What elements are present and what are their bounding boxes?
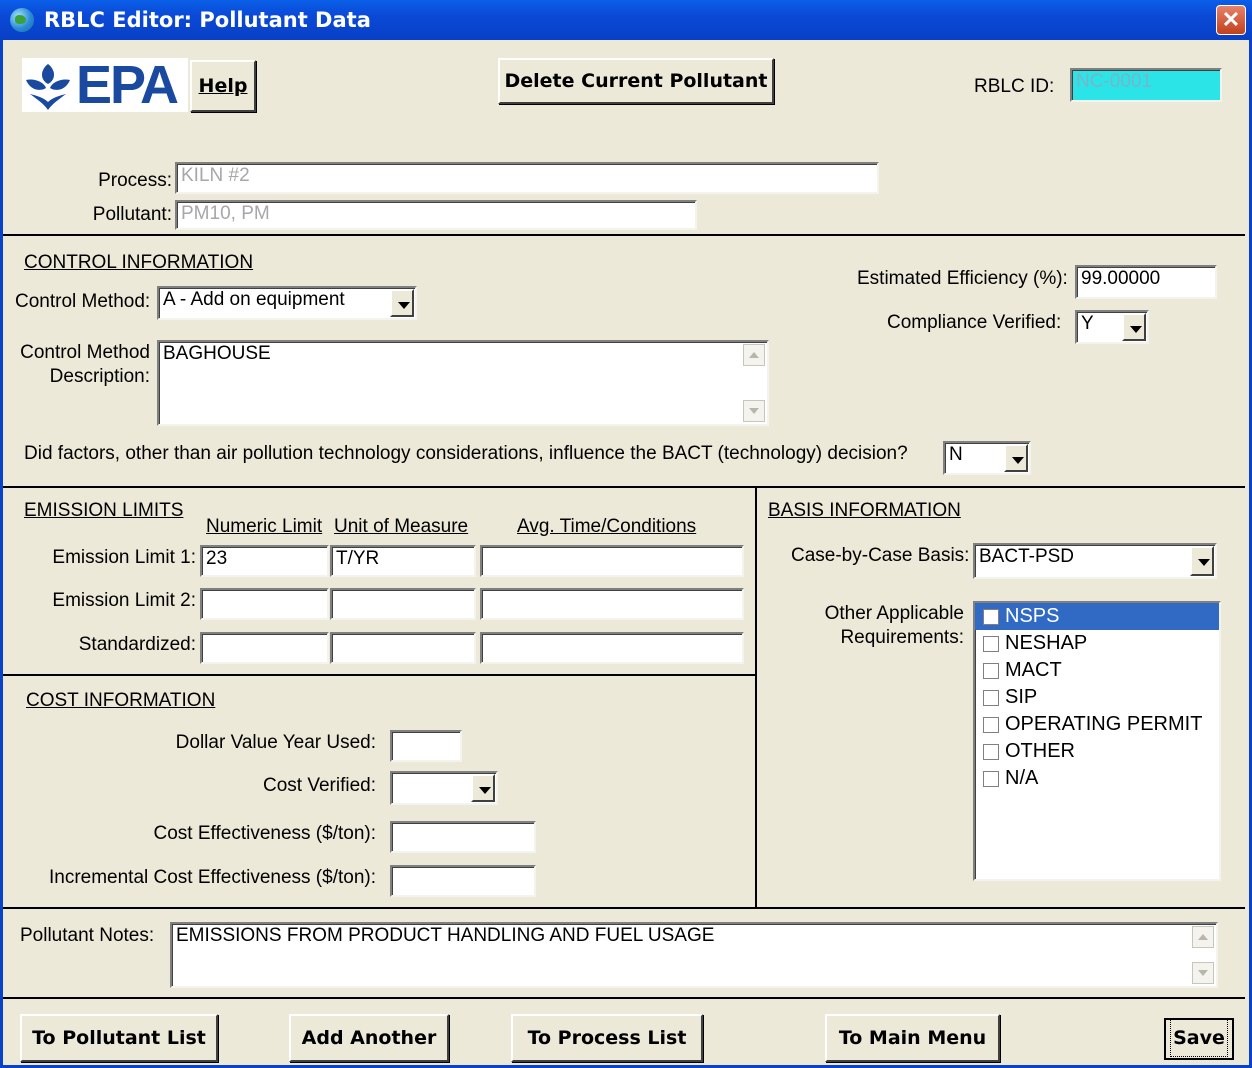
rblc-id-field[interactable]: NC-0001 [1070,68,1222,102]
other-requirements-list[interactable]: NSPS NESHAP MACT SIP OPERATING PERMIT OT… [973,601,1221,881]
cost-verified-label: Cost Verified: [263,775,376,796]
requirement-item[interactable]: N/A [975,765,1219,792]
requirement-item[interactable]: NSPS [975,603,1219,630]
requirement-item[interactable]: NESHAP [975,630,1219,657]
control-method-label: Control Method: [15,291,151,312]
emission-limit-1-unit[interactable]: T/YR [330,545,476,577]
control-method-select[interactable]: A - Add on equipment [157,286,417,320]
pollutant-notes-textarea[interactable]: EMISSIONS FROM PRODUCT HANDLING AND FUEL… [170,922,1218,988]
process-field[interactable]: KILN #2 [175,162,879,194]
cost-effectiveness-label: Cost Effectiveness ($/ton): [153,823,376,844]
requirement-item[interactable]: OTHER [975,738,1219,765]
divider [3,234,1245,236]
control-method-description-label-1: Control Method [20,342,150,363]
window-title: RBLC Editor: Pollutant Data [44,8,371,32]
help-button[interactable]: Help [190,60,256,112]
pollutant-field[interactable]: PM10, PM [175,200,697,230]
checkbox-icon[interactable] [983,636,999,652]
dollar-value-year-label: Dollar Value Year Used: [175,732,376,753]
rblc-id-label: RBLC ID: [974,76,1055,97]
checkbox-icon[interactable] [983,609,999,625]
checkbox-icon[interactable] [983,717,999,733]
epa-flower-icon [26,64,70,110]
to-main-menu-button[interactable]: To Main Menu [825,1014,1000,1062]
checkbox-icon[interactable] [983,690,999,706]
cost-effectiveness-field[interactable] [390,821,536,853]
standardized-label: Standardized: [78,634,196,655]
emission-limit-2-numeric[interactable] [200,588,329,620]
requirement-item[interactable]: SIP [975,684,1219,711]
requirement-item[interactable]: OPERATING PERMIT [975,711,1219,738]
chevron-down-icon[interactable] [1122,313,1146,341]
chevron-down-icon[interactable] [390,289,414,317]
add-another-button[interactable]: Add Another [289,1014,449,1062]
emission-limits-heading: EMISSION LIMITS [24,500,184,521]
emission-limit-2-label: Emission Limit 2: [52,590,196,611]
checkbox-icon[interactable] [983,771,999,787]
divider [3,907,1245,909]
epa-logo: EPA [22,55,188,115]
title-bar[interactable]: RBLC Editor: Pollutant Data ✕ [0,0,1252,40]
pollutant-label: Pollutant: [92,204,172,225]
unit-of-measure-header: Unit of Measure [334,516,469,537]
checkbox-icon[interactable] [983,744,999,760]
estimated-efficiency-field[interactable]: 99.00000 [1075,265,1217,299]
divider [3,997,1245,999]
numeric-limit-header: Numeric Limit [206,516,323,537]
incremental-cost-effectiveness-field[interactable] [390,865,536,897]
cost-info-heading: COST INFORMATION [26,690,216,711]
avg-time-conditions-header: Avg. Time/Conditions [517,516,697,537]
notes-scrollbar[interactable] [1192,926,1214,984]
emission-limit-1-label: Emission Limit 1: [52,547,196,568]
chevron-down-icon[interactable] [1190,546,1214,576]
standardized-unit[interactable] [330,632,476,664]
emission-limit-2-avg-time[interactable] [480,588,744,620]
case-by-case-basis-label: Case-by-Case Basis: [791,545,970,566]
process-label: Process: [98,170,172,191]
cost-verified-select[interactable] [390,771,498,805]
compliance-verified-select[interactable]: Y [1075,310,1149,344]
emission-limit-1-avg-time[interactable] [480,545,744,577]
standardized-avg-time[interactable] [480,632,744,664]
emission-limit-2-unit[interactable] [330,588,476,620]
to-pollutant-list-button[interactable]: To Pollutant List [20,1014,218,1062]
epa-logo-text: EPA [76,55,179,115]
control-method-description-label-2: Description: [49,366,150,387]
chevron-down-icon[interactable] [1004,444,1028,472]
control-info-heading: CONTROL INFORMATION [24,252,254,273]
standardized-numeric[interactable] [200,632,329,664]
control-method-description-textarea[interactable]: BAGHOUSE [157,340,769,426]
bact-factors-select[interactable]: N [943,441,1031,475]
scroll-up-icon[interactable] [743,344,765,366]
delete-current-pollutant-button[interactable]: Delete Current Pollutant [498,58,774,104]
incremental-cost-effectiveness-label: Incremental Cost Effectiveness ($/ton): [48,867,376,888]
pollutant-notes-label: Pollutant Notes: [20,925,155,946]
case-by-case-basis-select[interactable]: BACT-PSD [973,543,1217,579]
dollar-value-year-field[interactable] [390,730,462,762]
other-applicable-label-2: Requirements: [840,627,964,648]
scroll-down-icon[interactable] [1192,962,1214,984]
emission-limit-1-numeric[interactable]: 23 [200,545,329,577]
estimated-efficiency-label: Estimated Efficiency (%): [857,268,1068,289]
bact-factors-question: Did factors, other than air pollution te… [24,443,908,464]
scroll-down-icon[interactable] [743,400,765,422]
basis-info-heading: BASIS INFORMATION [768,500,961,521]
other-applicable-label-1: Other Applicable [824,603,964,624]
divider [3,486,1245,488]
to-process-list-button[interactable]: To Process List [511,1014,703,1062]
checkbox-icon[interactable] [983,663,999,679]
scroll-up-icon[interactable] [1192,926,1214,948]
requirement-item[interactable]: MACT [975,657,1219,684]
compliance-verified-label: Compliance Verified: [887,312,1062,333]
chevron-down-icon[interactable] [471,774,495,802]
divider [3,674,756,676]
close-button[interactable]: ✕ [1216,5,1246,35]
divider [755,486,757,908]
save-button[interactable]: Save [1164,1018,1234,1060]
app-globe-icon [10,8,34,32]
description-scrollbar[interactable] [743,344,765,422]
